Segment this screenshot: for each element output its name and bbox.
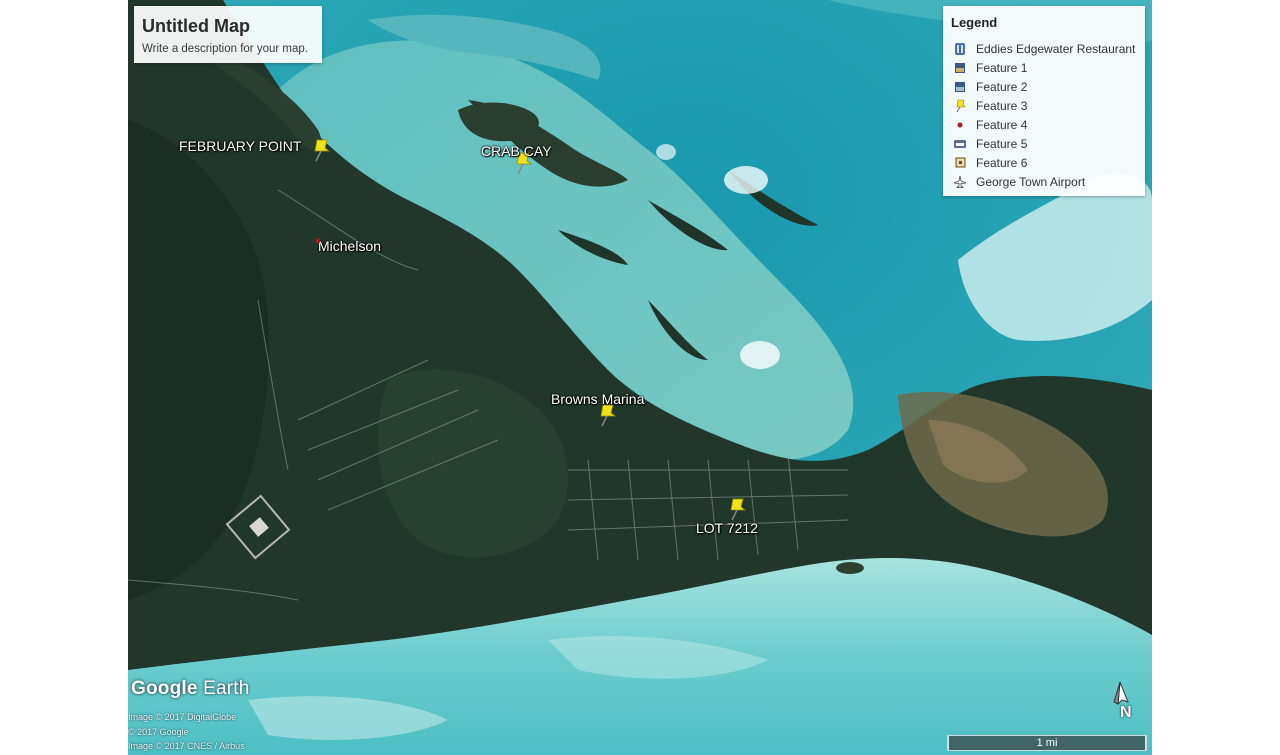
- legend-item-label: Feature 3: [976, 98, 1028, 113]
- legend-item-label: Feature 5: [976, 136, 1028, 151]
- legend-item-label: Feature 2: [976, 79, 1028, 94]
- imagery-credit: Image © 2017 DigitalGlobe: [128, 712, 237, 722]
- lodging-icon: [951, 136, 969, 152]
- legend-item-feature-2[interactable]: Feature 2: [951, 77, 1143, 96]
- compass-label: N: [1120, 704, 1132, 721]
- imagery-credit: Image © 2017 CNES / Airbus: [128, 741, 245, 751]
- map-title-panel[interactable]: Untitled Map Write a description for you…: [134, 6, 322, 63]
- imagery-credit: © 2017 Google: [128, 727, 189, 737]
- legend-panel: Legend Eddies Edgewater Restaurant Featu…: [943, 6, 1145, 196]
- pushpin-icon[interactable]: [310, 139, 331, 163]
- map-view[interactable]: Untitled Map Write a description for you…: [128, 0, 1152, 755]
- airport-icon: [951, 174, 969, 190]
- legend-item-feature-1[interactable]: Feature 1: [951, 58, 1143, 77]
- yellow-pushpin-icon: [951, 98, 969, 114]
- square-marker-icon: [951, 155, 969, 171]
- legend-item-feature-6[interactable]: Feature 6: [951, 153, 1143, 172]
- map-title[interactable]: Untitled Map: [142, 16, 250, 37]
- pushpin-icon[interactable]: [726, 498, 747, 522]
- legend-item-feature-3[interactable]: Feature 3: [951, 96, 1143, 115]
- restaurant-icon: [951, 41, 969, 57]
- legend-item-label: Feature 1: [976, 60, 1028, 75]
- scale-label: 1 mi: [1036, 737, 1058, 749]
- pushpin-icon[interactable]: [596, 404, 617, 428]
- red-dot-icon[interactable]: [314, 237, 322, 245]
- legend-item-airport[interactable]: George Town Airport: [951, 172, 1143, 191]
- legend-item-feature-5[interactable]: Feature 5: [951, 134, 1143, 153]
- photo-icon: [951, 79, 969, 95]
- legend-item-label: Eddies Edgewater Restaurant: [976, 41, 1136, 56]
- scale-bar: 1 mi: [947, 735, 1147, 751]
- map-description[interactable]: Write a description for your map.: [142, 43, 308, 55]
- north-arrow-icon[interactable]: N: [1110, 680, 1138, 728]
- legend-item-label: Feature 6: [976, 155, 1028, 170]
- google-earth-logo: Google Earth: [131, 678, 250, 699]
- place-label-browns-marina[interactable]: Browns Marina: [551, 391, 644, 407]
- legend-heading: Legend: [951, 15, 998, 30]
- place-label-lot-7212[interactable]: LOT 7212: [696, 520, 758, 536]
- legend-item-label: George Town Airport: [976, 174, 1086, 189]
- place-label-february-point[interactable]: FEBRUARY POINT: [179, 138, 301, 154]
- red-dot-icon: [951, 117, 969, 133]
- legend-item-label: Feature 4: [976, 117, 1028, 132]
- legend-item-restaurant[interactable]: Eddies Edgewater Restaurant: [951, 39, 1143, 58]
- place-label-crab-cay[interactable]: CRAB CAY: [481, 143, 552, 159]
- place-label-michelson[interactable]: Michelson: [318, 238, 381, 254]
- photo-icon: [951, 60, 969, 76]
- legend-item-feature-4[interactable]: Feature 4: [951, 115, 1143, 134]
